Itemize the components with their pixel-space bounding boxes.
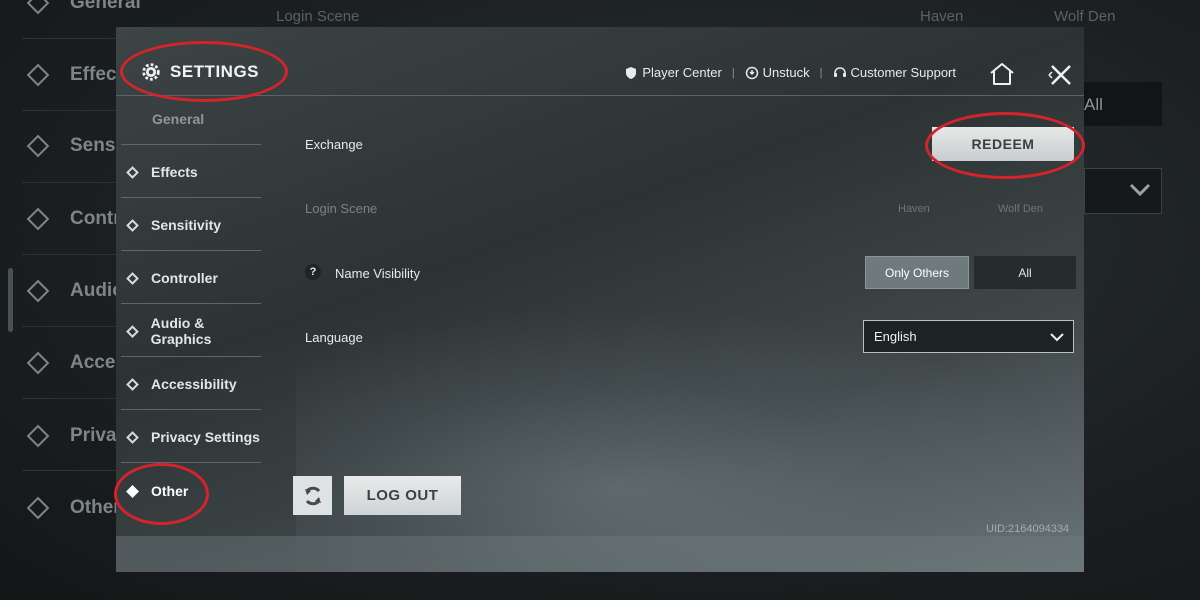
headset-icon [833, 66, 846, 77]
logout-button[interactable]: LOG OUT [344, 476, 461, 515]
sidebar-item-privacy-settings[interactable]: Privacy Settings [116, 411, 261, 463]
settings-panel: SETTINGS Player Center | Unstuck | Custo… [116, 27, 1084, 572]
login-scene-wolf-den[interactable]: Wolf Den [998, 203, 1043, 215]
help-icon[interactable]: ? [305, 264, 321, 280]
sidebar-item-controller[interactable]: Controller [116, 252, 261, 304]
bg-item-effects: Effec [26, 63, 116, 87]
unstuck-link[interactable]: Unstuck [745, 65, 810, 80]
bg-item-general: General [26, 0, 141, 15]
language-label: Language [305, 330, 363, 345]
diamond-icon [126, 324, 139, 338]
login-scene-label: Login Scene [305, 201, 378, 216]
sidebar-item-other[interactable]: Other [116, 465, 261, 517]
diamond-icon [126, 165, 139, 179]
bg-item-accessibility: Acce [26, 351, 115, 375]
bg-item-audio: Audio [26, 279, 124, 303]
close-icon[interactable] [1046, 60, 1076, 90]
bg-haven: Haven [920, 8, 964, 25]
sidebar-item-effects[interactable]: Effects [116, 146, 261, 198]
player-shield-icon [626, 66, 637, 79]
sidebar-item-audio-graphics[interactable]: Audio & Graphics [116, 305, 261, 357]
header-bar: SETTINGS Player Center | Unstuck | Custo… [116, 27, 1084, 96]
chevron-down-icon [1050, 332, 1064, 341]
gear-icon [142, 63, 160, 81]
language-value: English [874, 329, 917, 344]
refresh-icon [304, 486, 321, 505]
sidebar-item-accessibility[interactable]: Accessibility [116, 358, 261, 410]
page-title: SETTINGS [140, 61, 259, 83]
language-select[interactable]: English [863, 320, 1074, 353]
name-visibility-all[interactable]: All [974, 256, 1076, 289]
player-center-link[interactable]: Player Center [624, 65, 722, 80]
bg-item-privacy: Priva [26, 424, 116, 448]
login-scene-haven[interactable]: Haven [898, 203, 930, 215]
user-id: UID:2164094334 [986, 523, 1070, 535]
customer-support-link[interactable]: Customer Support [833, 65, 956, 80]
header-links: Player Center | Unstuck | Customer Suppo… [624, 65, 956, 80]
sidebar-item-sensitivity[interactable]: Sensitivity [116, 199, 261, 251]
name-visibility-only-others[interactable]: Only Others [865, 256, 969, 289]
background-scrollbar [8, 268, 13, 332]
bg-all: All [1084, 95, 1103, 114]
diamond-icon [126, 484, 139, 498]
sidebar-item-general-partial[interactable]: General [152, 111, 204, 127]
bg-item-other: Other [26, 496, 121, 520]
refresh-button[interactable] [293, 476, 332, 515]
bg-item-sensitivity: Sensi [26, 134, 121, 158]
diamond-icon [126, 218, 139, 232]
unstuck-icon [745, 66, 758, 79]
exchange-label: Exchange [305, 137, 363, 152]
bg-item-controller: Contr [26, 207, 121, 231]
bg-wolf-den: Wolf Den [1054, 8, 1116, 25]
redeem-button[interactable]: REDEEM [932, 127, 1074, 161]
diamond-icon [126, 377, 139, 391]
diamond-icon [126, 430, 139, 444]
bg-chevron-down-icon [1129, 183, 1151, 197]
home-icon[interactable] [988, 61, 1016, 87]
diamond-icon [126, 271, 139, 285]
bg-login-scene: Login Scene [276, 8, 360, 25]
name-visibility-label: Name Visibility [335, 266, 421, 281]
